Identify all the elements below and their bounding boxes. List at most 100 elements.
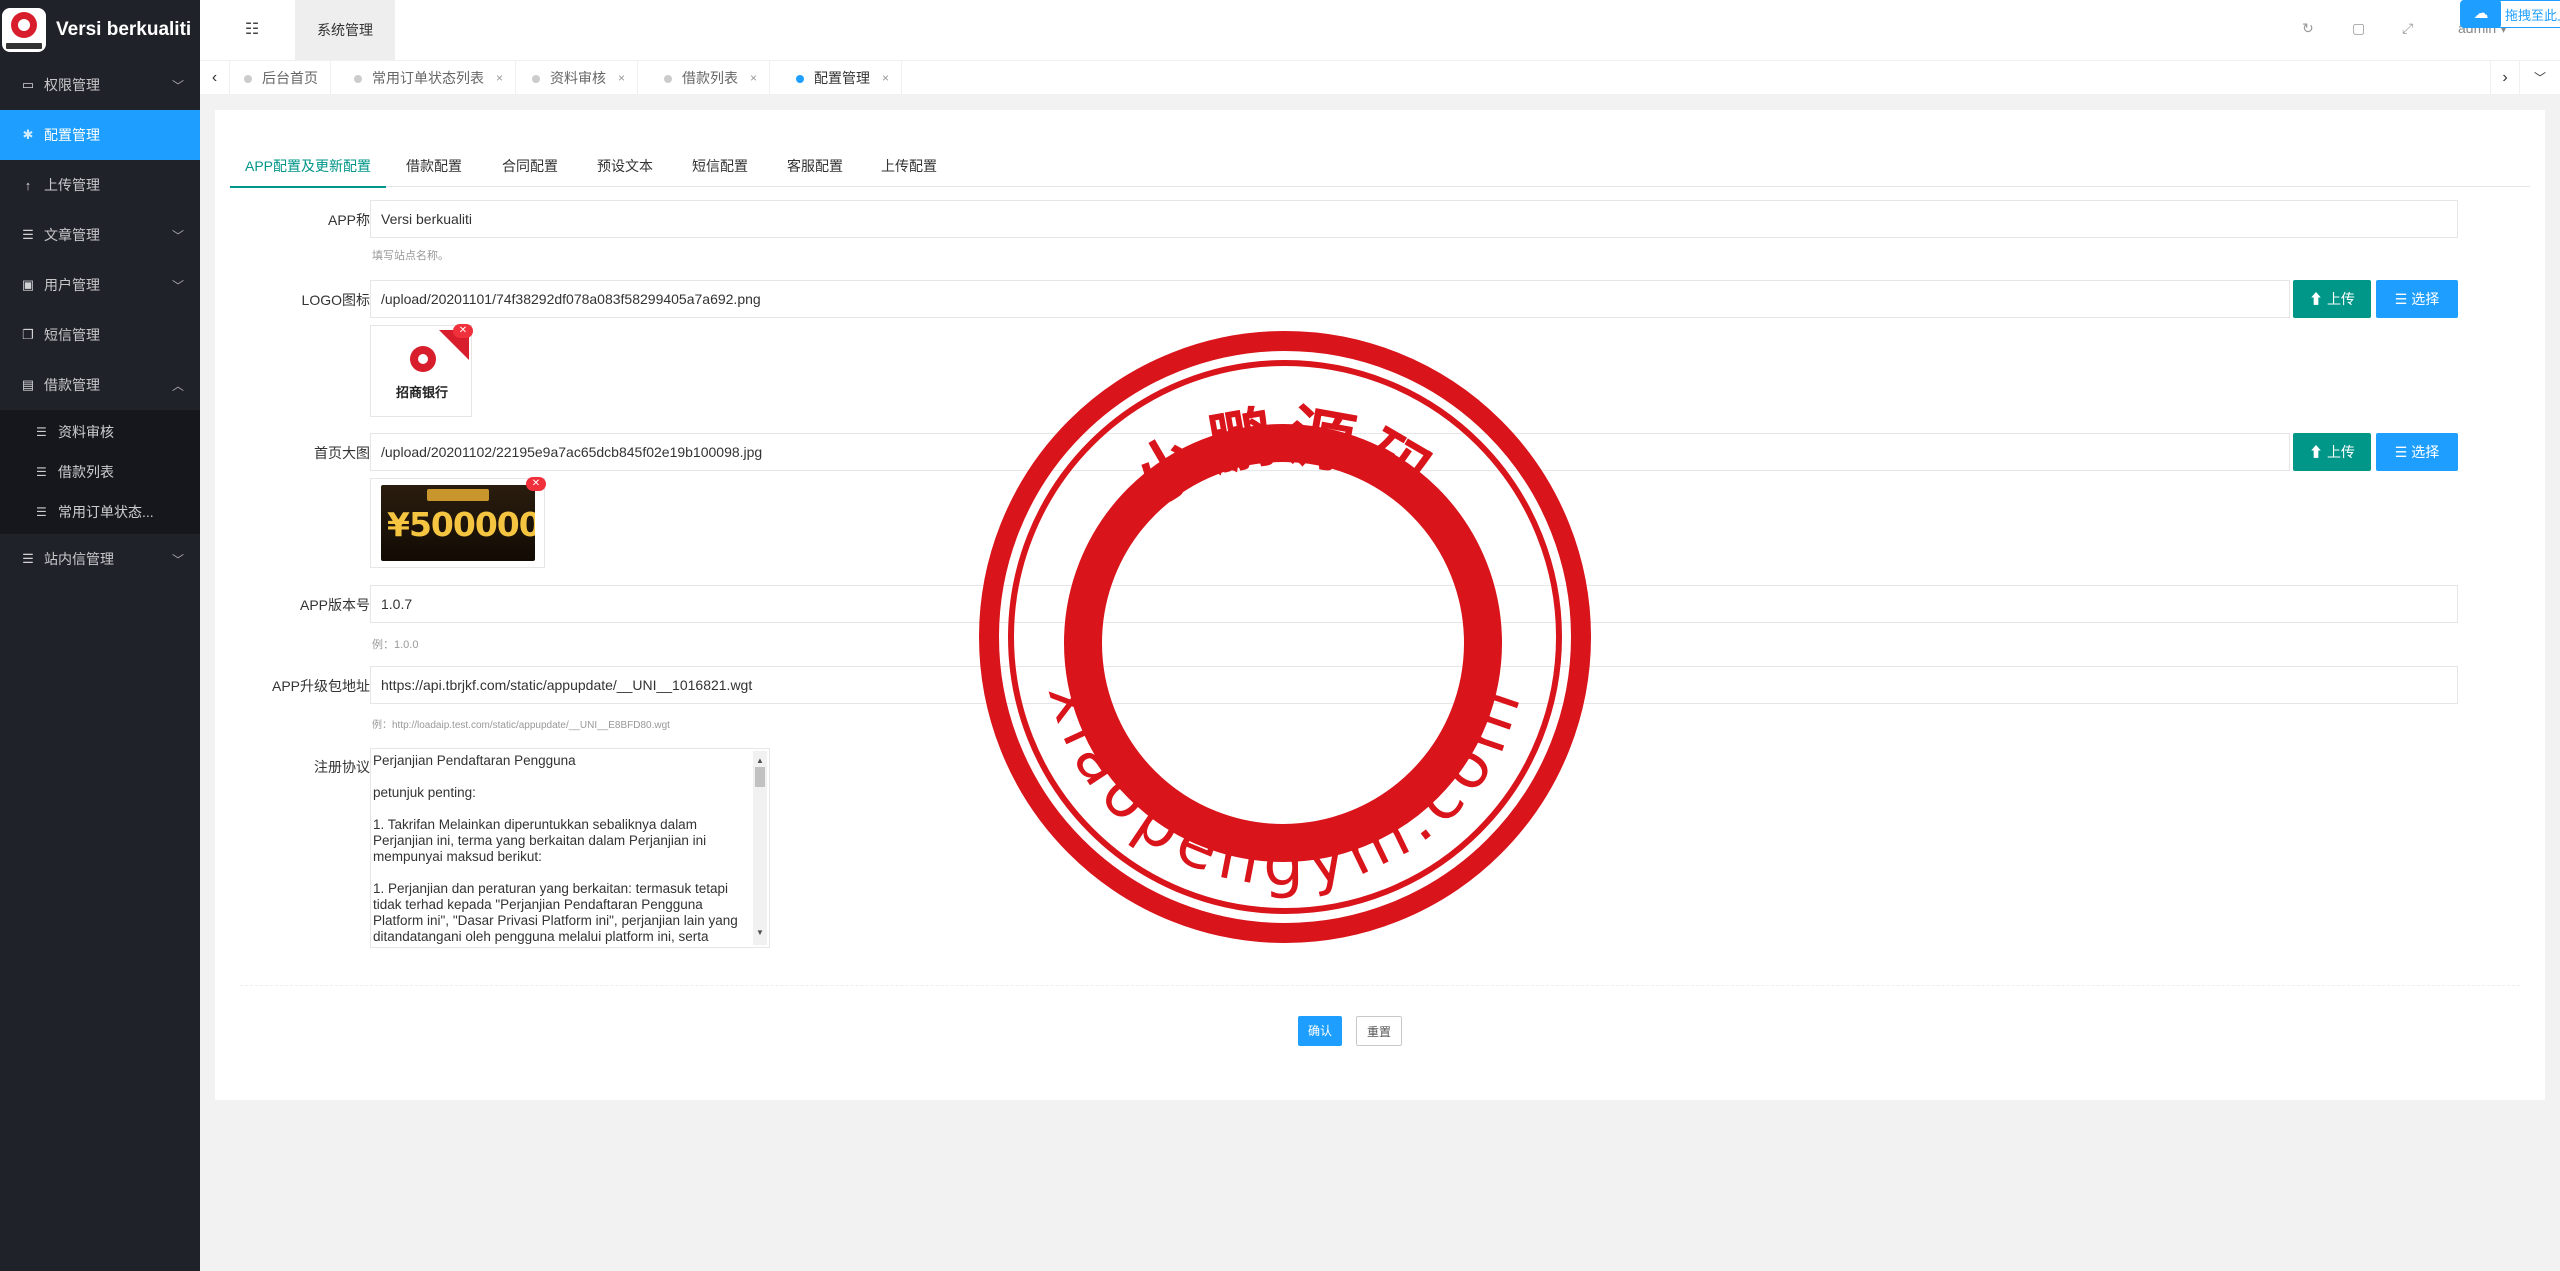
agreement-paragraph: 1. Takrifan Melainkan diperuntukkan seba… xyxy=(373,817,707,864)
update-url-label: APP升级包地址 xyxy=(271,678,370,694)
list-icon: ☰ xyxy=(2394,291,2408,307)
list-icon: ☰ xyxy=(22,551,34,566)
page-tabs-bar: ‹ 后台首页 常用订单状态列表 × 资料审核 × 借款列表 × 配置管理 × ›… xyxy=(200,60,2560,95)
sidebar-toggle-icon[interactable]: ☷ xyxy=(240,18,264,42)
page-tab-loan-list[interactable]: 借款列表 × xyxy=(650,61,771,95)
chevron-down-icon: ﹀ xyxy=(171,228,184,243)
logo-image: 招商银行 xyxy=(375,330,469,412)
tab-sms-config[interactable]: 短信配置 xyxy=(677,145,763,187)
sidebar-item-label: 文章管理 xyxy=(44,227,100,243)
tab-preset-text[interactable]: 预设文本 xyxy=(582,145,668,187)
submit-button[interactable]: 确认 xyxy=(1298,1016,1342,1046)
tabs-next-icon[interactable]: › xyxy=(2490,61,2520,95)
refresh-icon[interactable]: ↻ xyxy=(2302,20,2314,37)
tab-upload-config[interactable]: 上传配置 xyxy=(866,145,952,187)
upload-button-label: 上传 xyxy=(2326,291,2355,307)
sidebar-item-label: 上传管理 xyxy=(44,177,100,193)
tabs-prev-icon[interactable]: ‹ xyxy=(200,61,230,95)
banner-label: 首页大图 xyxy=(314,445,370,461)
close-icon[interactable]: × xyxy=(750,61,757,95)
page-tab-home[interactable]: 后台首页 xyxy=(230,61,331,95)
agreement-paragraph: 1. Perjanjian dan peraturan yang berkait… xyxy=(373,881,738,947)
close-icon[interactable]: × xyxy=(618,61,625,95)
top-header: ☷ 系统管理 ↻ ▢ ⤢ admin ▾ ☁ 拖拽至此上传 xyxy=(200,0,2560,60)
tab-contract-config[interactable]: 合同配置 xyxy=(487,145,573,187)
lock-icon[interactable]: ▢ xyxy=(2352,20,2365,37)
app-name-tip: 填写站点名称。 xyxy=(372,250,449,262)
fullscreen-icon[interactable]: ⤢ xyxy=(2402,20,2413,37)
sidebar-item-loans[interactable]: ▤ 借款管理 ︿ xyxy=(0,360,200,410)
banner-path-input[interactable]: /upload/20201102/22195e9a7ac65dcb845f02e… xyxy=(370,433,2290,471)
logo-select-button[interactable]: ☰ 选择 xyxy=(2376,280,2458,318)
sidebar-item-articles[interactable]: ☰ 文章管理 ﹀ xyxy=(0,210,200,260)
page-tab-config[interactable]: 配置管理 × xyxy=(782,61,903,95)
tabs-menu-chevron-icon[interactable]: ﹀ xyxy=(2525,61,2555,95)
brand-title: Versi berkualiti xyxy=(56,19,192,40)
logo-preview: 招商银行 ✕ xyxy=(370,324,473,417)
banner-preview: ¥500000 ✕ xyxy=(370,477,546,568)
tab-dot-icon xyxy=(244,75,252,83)
logo-path-input[interactable]: /upload/20201101/74f38292df078a083f58299… xyxy=(370,280,2290,318)
tab-dot-icon xyxy=(796,75,804,83)
sidebar-subitem-review[interactable]: ☰ 资料审核 xyxy=(0,412,200,452)
upload-icon: ⬆ xyxy=(2309,291,2324,307)
sidebar-item-inbox[interactable]: ☰ 站内信管理 ﹀ xyxy=(0,534,200,584)
drag-upload-label: 拖拽至此上传 xyxy=(2505,7,2560,23)
sidebar-subitem-loan-list[interactable]: ☰ 借款列表 xyxy=(0,452,200,492)
close-icon[interactable]: × xyxy=(882,61,889,95)
sidebar-item-upload[interactable]: ↑ 上传管理 xyxy=(0,160,200,210)
page-tab-label: 配置管理 xyxy=(814,70,870,86)
agreement-label: 注册协议 xyxy=(314,759,370,775)
sidebar-item-label: 配置管理 xyxy=(44,127,100,143)
update-url-input[interactable]: https://api.tbrjkf.com/static/appupdate/… xyxy=(370,666,2458,704)
close-icon[interactable]: × xyxy=(496,61,503,95)
agreement-paragraph: Perjanjian Pendaftaran Pengguna xyxy=(373,753,576,768)
page-tab-review[interactable]: 资料审核 × xyxy=(518,61,639,95)
top-nav-system[interactable]: 系统管理 xyxy=(295,0,395,60)
reset-button[interactable]: 重置 xyxy=(1356,1016,1402,1046)
list-icon: ☰ xyxy=(2394,444,2408,460)
sidebar-subitem-order-status[interactable]: ☰ 常用订单状态... xyxy=(0,492,200,532)
user-card-icon: ▣ xyxy=(21,277,35,292)
sidebar-subitem-label: 借款列表 xyxy=(58,464,114,480)
sidebar-item-sms[interactable]: ❐ 短信管理 xyxy=(0,310,200,360)
config-card: APP配置及更新配置 借款配置 合同配置 预设文本 短信配置 客服配置 上传配置… xyxy=(215,110,2545,1100)
agreement-textarea[interactable]: Perjanjian Pendaftaran Pengguna petunjuk… xyxy=(370,748,770,948)
tab-loan-config[interactable]: 借款配置 xyxy=(391,145,477,187)
sidebar-item-permissions[interactable]: ▭ 权限管理 ﹀ xyxy=(0,60,200,110)
chevron-down-icon: ﹀ xyxy=(171,552,184,567)
upload-arrow-icon: ↑ xyxy=(24,177,32,193)
sidebar-menu: ▭ 权限管理 ﹀ ✱ 配置管理 ↑ 上传管理 ☰ 文章管理 ﹀ ▣ 用户管理 ﹀… xyxy=(0,60,200,584)
banner-select-button[interactable]: ☰ 选择 xyxy=(2376,433,2458,471)
banner-image: ¥500000 xyxy=(381,485,535,561)
page-tab-label: 常用订单状态列表 xyxy=(372,70,484,86)
tab-dot-icon xyxy=(354,75,362,83)
asterisk-icon: ✱ xyxy=(22,127,34,142)
remove-image-icon[interactable]: ✕ xyxy=(526,477,546,491)
logo-upload-button[interactable]: ⬆ 上传 xyxy=(2293,280,2371,318)
sidebar-item-label: 借款管理 xyxy=(44,377,100,393)
version-input[interactable]: 1.0.7 xyxy=(370,585,2458,623)
drag-upload-badge[interactable]: ☁ 拖拽至此上传 xyxy=(2460,0,2560,28)
list-icon: ☰ xyxy=(22,227,34,242)
sidebar-item-users[interactable]: ▣ 用户管理 ﹀ xyxy=(0,260,200,310)
sidebar-item-config[interactable]: ✱ 配置管理 xyxy=(0,110,200,160)
scroll-down-icon[interactable]: ▼ xyxy=(753,925,767,941)
list-icon: ☰ xyxy=(36,465,47,479)
money-icon: ▤ xyxy=(21,377,35,392)
banner-upload-button[interactable]: ⬆ 上传 xyxy=(2293,433,2371,471)
textarea-scrollbar[interactable]: ▲ ▼ xyxy=(753,751,767,945)
version-label: APP版本号 xyxy=(299,597,370,613)
brand[interactable]: Versi berkualiti xyxy=(0,0,200,60)
chevron-up-icon: ︿ xyxy=(171,378,184,393)
page-tab-label: 资料审核 xyxy=(550,70,606,86)
tab-service-config[interactable]: 客服配置 xyxy=(772,145,858,187)
sidebar-item-label: 用户管理 xyxy=(44,277,100,293)
page-tab-order-status[interactable]: 常用订单状态列表 × xyxy=(340,61,517,95)
tab-app-config[interactable]: APP配置及更新配置 xyxy=(230,145,387,188)
laptop-icon: ▭ xyxy=(21,77,35,92)
sidebar-item-label: 权限管理 xyxy=(44,77,100,93)
chevron-down-icon: ﹀ xyxy=(171,78,184,93)
app-name-input[interactable]: Versi berkualiti xyxy=(370,200,2458,238)
remove-image-icon[interactable]: ✕ xyxy=(453,324,473,338)
